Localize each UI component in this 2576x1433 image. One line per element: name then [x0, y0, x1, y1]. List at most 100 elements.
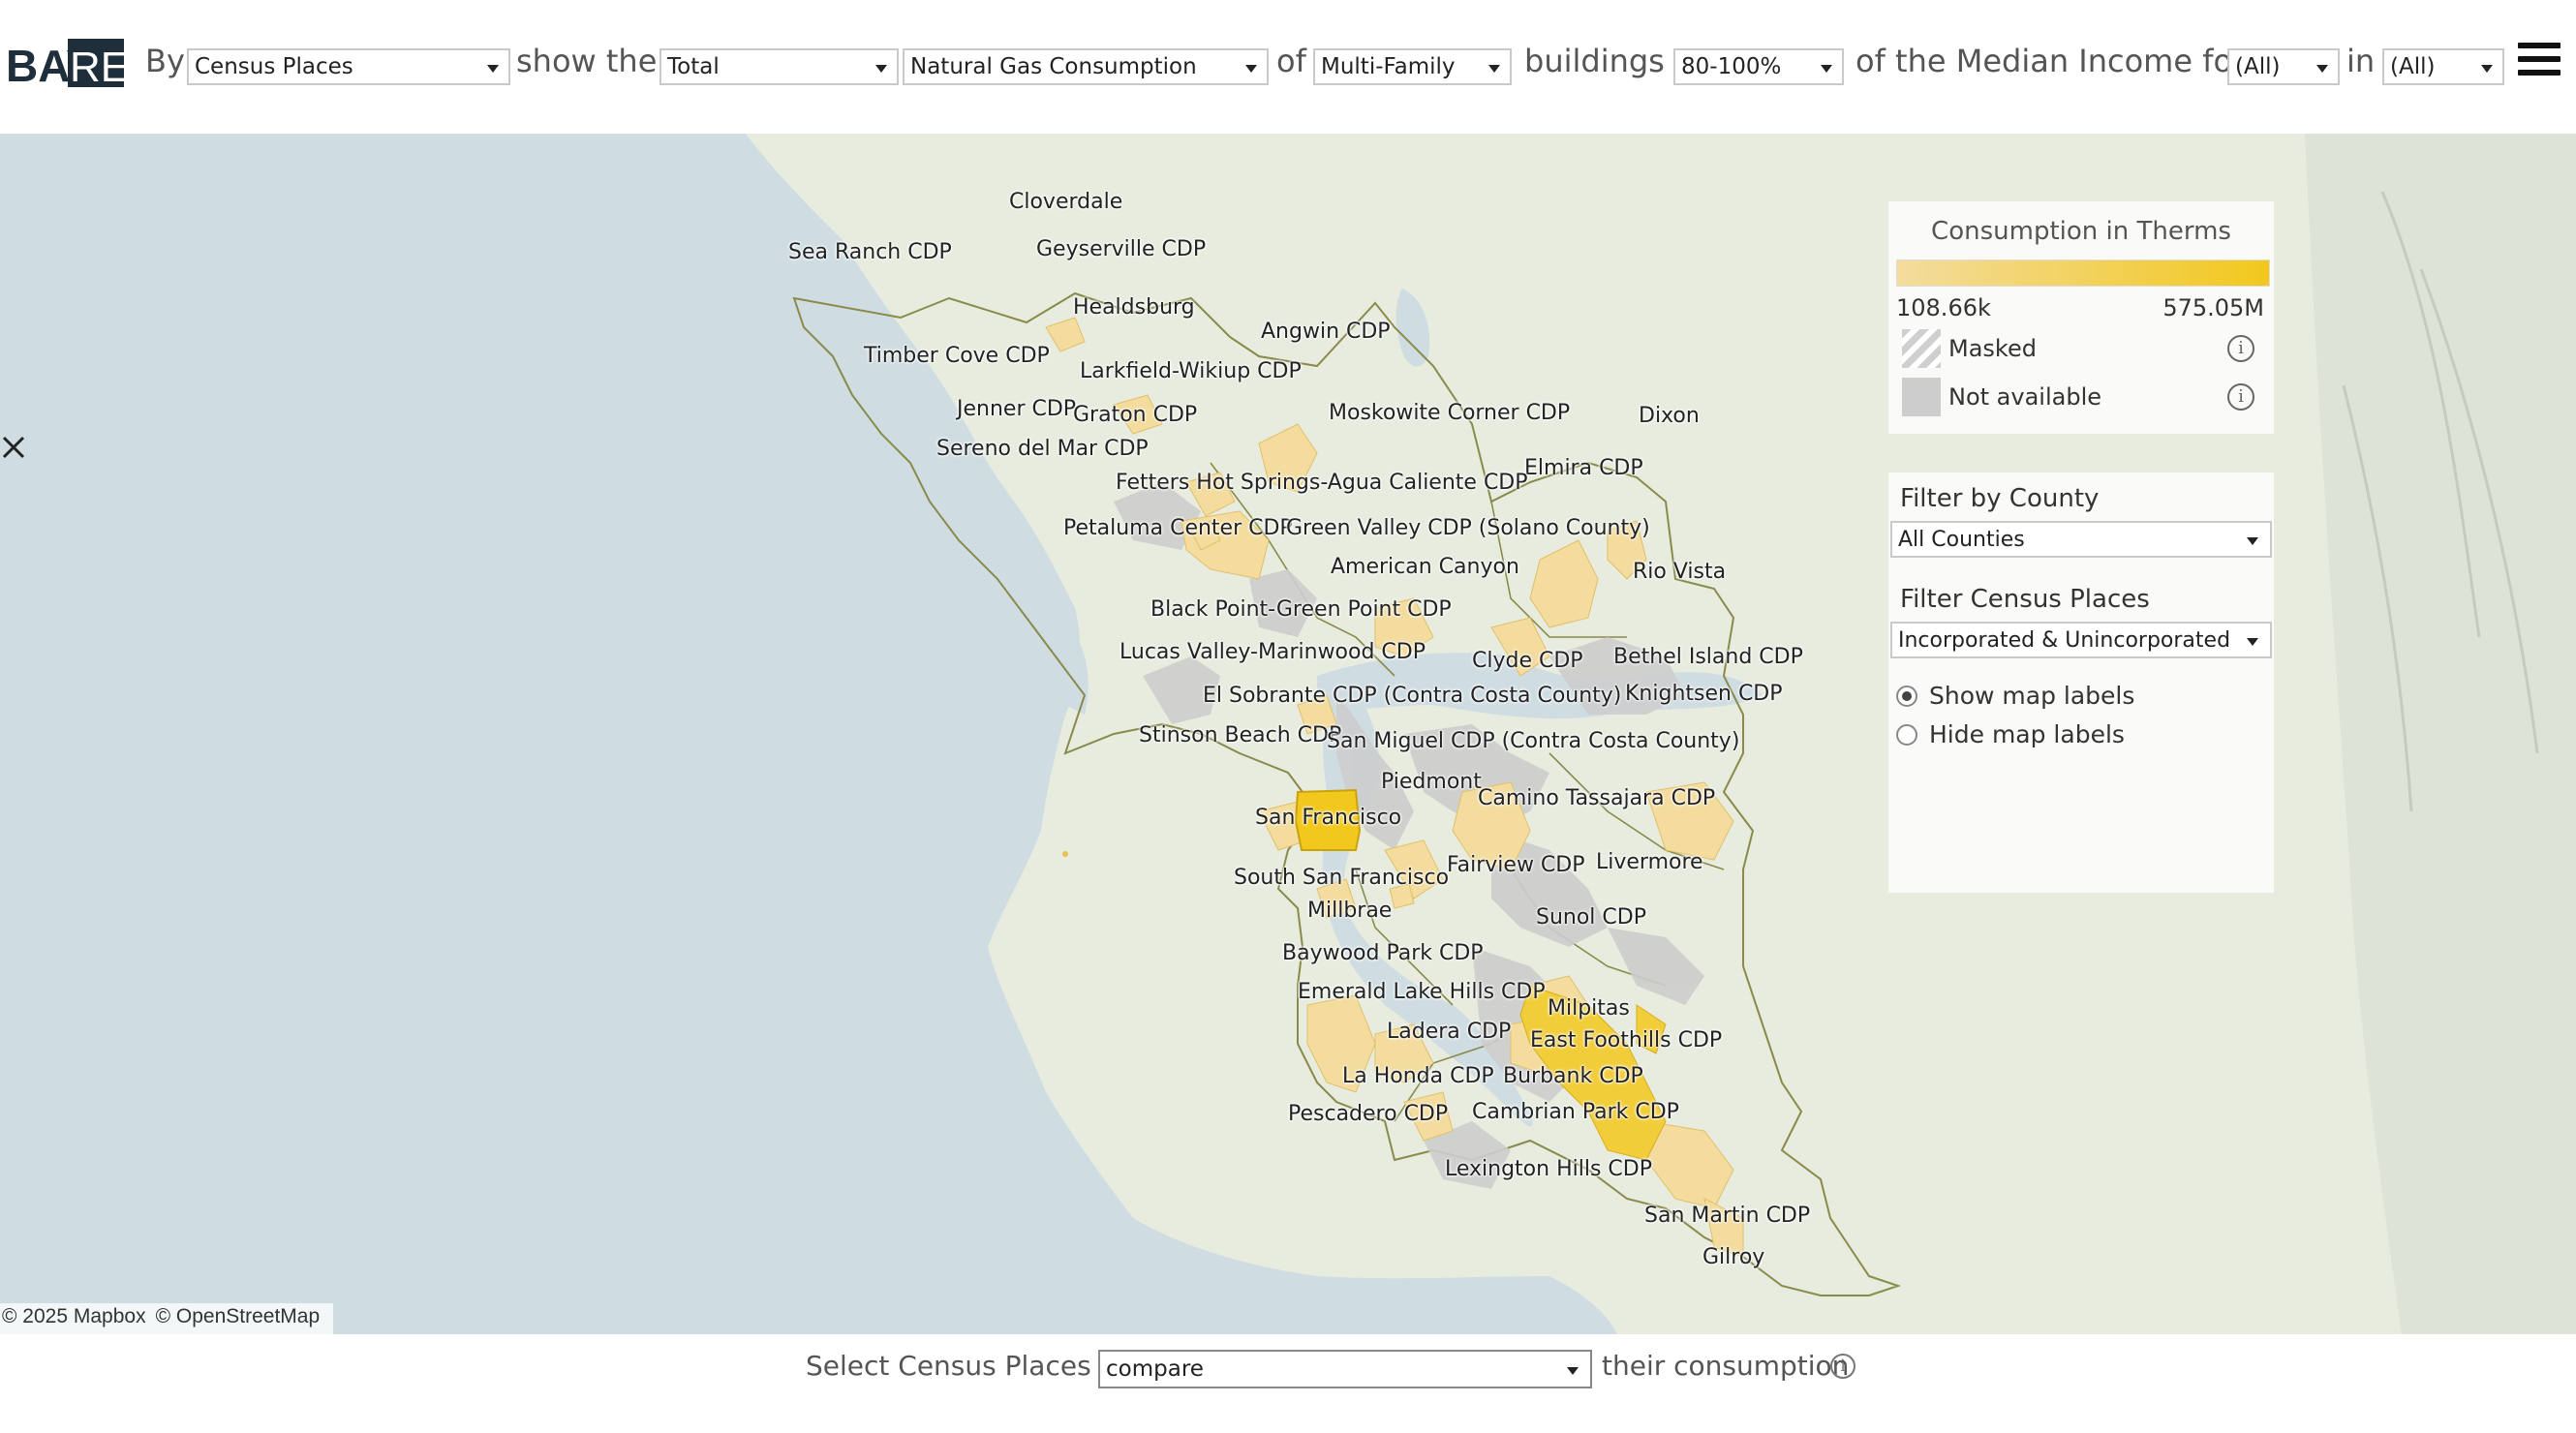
place-label[interactable]: American Canyon	[1331, 555, 1519, 579]
place-label[interactable]: Bethel Island CDP	[1613, 645, 1803, 669]
place-label[interactable]: Timber Cove CDP	[864, 344, 1050, 368]
their-consumption-label: their consumption	[1602, 1350, 1850, 1382]
place-label[interactable]: Piedmont	[1381, 770, 1482, 794]
place-label[interactable]: San Miguel CDP (Contra Costa County)	[1327, 729, 1739, 753]
place-label[interactable]: Fetters Hot Springs-Agua Caliente CDP	[1116, 471, 1528, 495]
place-label[interactable]: Stinson Beach CDP	[1139, 723, 1341, 747]
place-label[interactable]: Knightsen CDP	[1625, 682, 1783, 706]
legend-title: Consumption in Therms	[1931, 217, 2231, 246]
in-label: in	[2346, 43, 2376, 79]
place-label[interactable]: Milpitas	[1548, 996, 1630, 1021]
place-label[interactable]: Dixon	[1639, 404, 1700, 428]
place-label[interactable]: Sunol CDP	[1536, 905, 1646, 930]
chevron-down-icon	[1488, 65, 1500, 73]
place-label[interactable]: Geyserville CDP	[1036, 237, 1206, 261]
region-select[interactable]: (All)	[2382, 48, 2504, 85]
not-available-swatch	[1902, 378, 1941, 416]
compare-action-select[interactable]: compare	[1098, 1350, 1592, 1388]
building-type-select[interactable]: Multi-Family	[1313, 48, 1512, 85]
place-label[interactable]: Cloverdale	[1009, 190, 1122, 214]
map-attribution: © 2025 Mapbox © OpenStreetMap	[0, 1303, 334, 1334]
select-places-label: Select Census Places to	[806, 1350, 1127, 1382]
legend-gradient	[1896, 259, 2270, 287]
chevron-down-icon	[2316, 65, 2328, 73]
chevron-down-icon	[1245, 65, 1257, 73]
chevron-down-icon	[875, 65, 887, 73]
bayren-logo: BAY REN	[4, 35, 126, 93]
chevron-down-icon	[2247, 638, 2258, 646]
place-label[interactable]: South San Francisco	[1234, 866, 1449, 890]
info-icon[interactable]: i	[2227, 335, 2254, 362]
place-label[interactable]: Livermore	[1596, 850, 1703, 874]
radio-icon	[1896, 724, 1917, 746]
place-label[interactable]: La Honda CDP	[1342, 1064, 1494, 1088]
metric-select[interactable]: Natural Gas Consumption	[903, 48, 1269, 85]
place-label[interactable]: Millbrae	[1307, 899, 1392, 923]
place-label[interactable]: East Foothills CDP	[1530, 1028, 1722, 1052]
chevron-down-icon	[487, 65, 499, 73]
chevron-down-icon	[1821, 65, 1832, 73]
buildings-label: buildings	[1524, 43, 1665, 79]
place-label[interactable]: Baywood Park CDP	[1282, 941, 1484, 965]
places-filter-select[interactable]: Incorporated & Unincorporated	[1890, 622, 2272, 658]
place-label[interactable]: Rio Vista	[1633, 560, 1726, 584]
chevron-down-icon	[2247, 537, 2258, 545]
place-label[interactable]: Cambrian Park CDP	[1472, 1100, 1679, 1124]
bottom-bar: Select Census Places to compare their co…	[0, 1334, 2576, 1433]
hide-labels-radio[interactable]: Hide map labels	[1896, 720, 2125, 748]
place-label[interactable]: Jenner CDP	[957, 397, 1076, 421]
info-icon[interactable]: i	[2227, 383, 2254, 411]
place-label[interactable]: Clyde CDP	[1472, 649, 1583, 673]
consumption-map[interactable]: Cloverdale Sea Ranch CDP Geyserville CDP…	[0, 134, 2576, 1334]
top-toolbar: BAY REN By Census Places show the Total …	[0, 0, 2576, 134]
hamburger-menu-icon[interactable]	[2518, 43, 2561, 81]
place-label[interactable]: Sereno del Mar CDP	[936, 437, 1149, 461]
place-label[interactable]: Camino Tassajara CDP	[1478, 786, 1715, 810]
place-label[interactable]: Angwin CDP	[1261, 320, 1391, 344]
close-icon[interactable]	[0, 434, 27, 461]
by-label: By	[145, 43, 185, 79]
svg-text:REN: REN	[70, 44, 126, 91]
measure-select[interactable]: Total	[659, 48, 899, 85]
show-label: show the	[516, 43, 658, 79]
place-label[interactable]: Sea Ranch CDP	[788, 240, 952, 264]
median-income-label: of the Median Income for	[1855, 43, 2246, 79]
mapbox-attribution[interactable]: © 2025 Mapbox	[2, 1305, 146, 1327]
filter-county-title: Filter by County	[1900, 484, 2100, 513]
chevron-down-icon	[2481, 65, 2493, 73]
place-label[interactable]: Moskowite Corner CDP	[1329, 401, 1570, 425]
county-filter-select[interactable]: All Counties	[1890, 521, 2272, 558]
chevron-down-icon	[1567, 1367, 1579, 1375]
place-label[interactable]: Fairview CDP	[1447, 853, 1585, 877]
place-label[interactable]: Black Point-Green Point CDP	[1150, 597, 1452, 622]
place-label[interactable]: Healdsburg	[1073, 295, 1195, 320]
place-label[interactable]: San Martin CDP	[1644, 1204, 1810, 1228]
place-label[interactable]: Elmira CDP	[1524, 456, 1643, 480]
not-available-label: Not available	[1948, 383, 2102, 411]
filter-places-title: Filter Census Places	[1900, 585, 2150, 614]
of-label: of	[1276, 43, 1306, 79]
geography-select[interactable]: Census Places	[187, 48, 510, 85]
place-label[interactable]: Pescadero CDP	[1288, 1102, 1448, 1126]
masked-swatch	[1902, 329, 1941, 368]
place-label[interactable]: Burbank CDP	[1503, 1064, 1643, 1088]
place-label[interactable]: Lexington Hills CDP	[1445, 1157, 1652, 1181]
place-label[interactable]: Petaluma Center CDP	[1063, 516, 1293, 540]
place-label[interactable]: Emerald Lake Hills CDP	[1298, 980, 1546, 1004]
income-area-select[interactable]: (All)	[2227, 48, 2340, 85]
show-labels-radio[interactable]: Show map labels	[1896, 682, 2134, 710]
place-label[interactable]: Green Valley CDP (Solano County)	[1286, 516, 1650, 540]
place-label[interactable]: Graton CDP	[1073, 403, 1197, 427]
income-range-select[interactable]: 80-100%	[1673, 48, 1844, 85]
place-label[interactable]: San Francisco	[1255, 806, 1401, 830]
legend-max-value: 575.05M	[2162, 294, 2264, 321]
place-label[interactable]: Ladera CDP	[1387, 1020, 1511, 1044]
info-icon[interactable]: i	[1830, 1354, 1855, 1379]
masked-label: Masked	[1948, 335, 2037, 362]
osm-attribution[interactable]: © OpenStreetMap	[156, 1305, 321, 1327]
place-label[interactable]: El Sobrante CDP (Contra Costa County)	[1203, 684, 1621, 708]
place-label[interactable]: Larkfield-Wikiup CDP	[1080, 359, 1302, 383]
place-label[interactable]: Gilroy	[1702, 1245, 1764, 1269]
filter-panel: Filter by County All Counties Filter Cen…	[1888, 473, 2274, 893]
place-label[interactable]: Lucas Valley-Marinwood CDP	[1119, 640, 1426, 664]
